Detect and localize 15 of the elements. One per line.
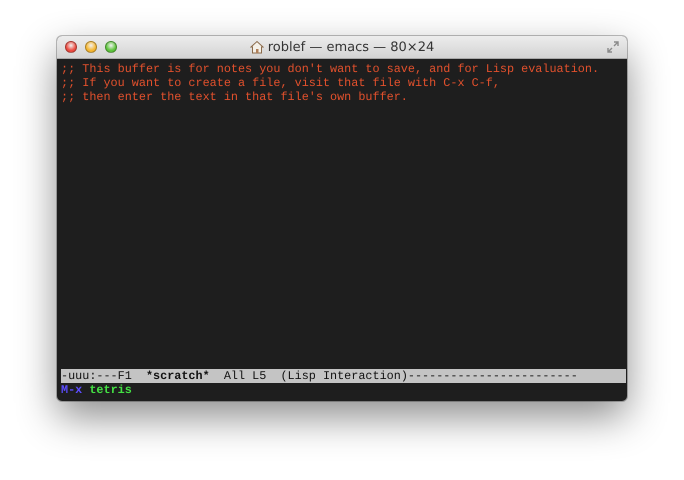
minibuffer-input[interactable]: tetris	[89, 383, 132, 397]
buffer-text-line: ;; then enter the text in that file's own buffer.	[61, 90, 408, 104]
mode-line-text: (Lisp Interaction)------------------------	[280, 369, 578, 383]
minimize-button[interactable]	[85, 41, 97, 53]
zoom-button[interactable]	[105, 41, 117, 53]
buffer-text-line: ;; This buffer is for notes you don't want to save, and for Lisp evaluation.	[61, 62, 600, 76]
mode-line-text: *scratch*	[146, 369, 210, 383]
buffer-text-line: ;; If you want to create a file, visit that file with C-x C-f,	[61, 76, 500, 90]
close-button[interactable]	[65, 41, 77, 53]
minibuffer-prompt: M-x	[61, 383, 82, 397]
window-title: roblef — emacs — 80×24	[268, 40, 434, 54]
fullscreen-icon[interactable]	[607, 41, 619, 53]
mode-line-text: All L5	[224, 369, 266, 383]
house-icon	[250, 40, 264, 54]
mode-line-text: -uuu:---F1	[61, 369, 132, 383]
